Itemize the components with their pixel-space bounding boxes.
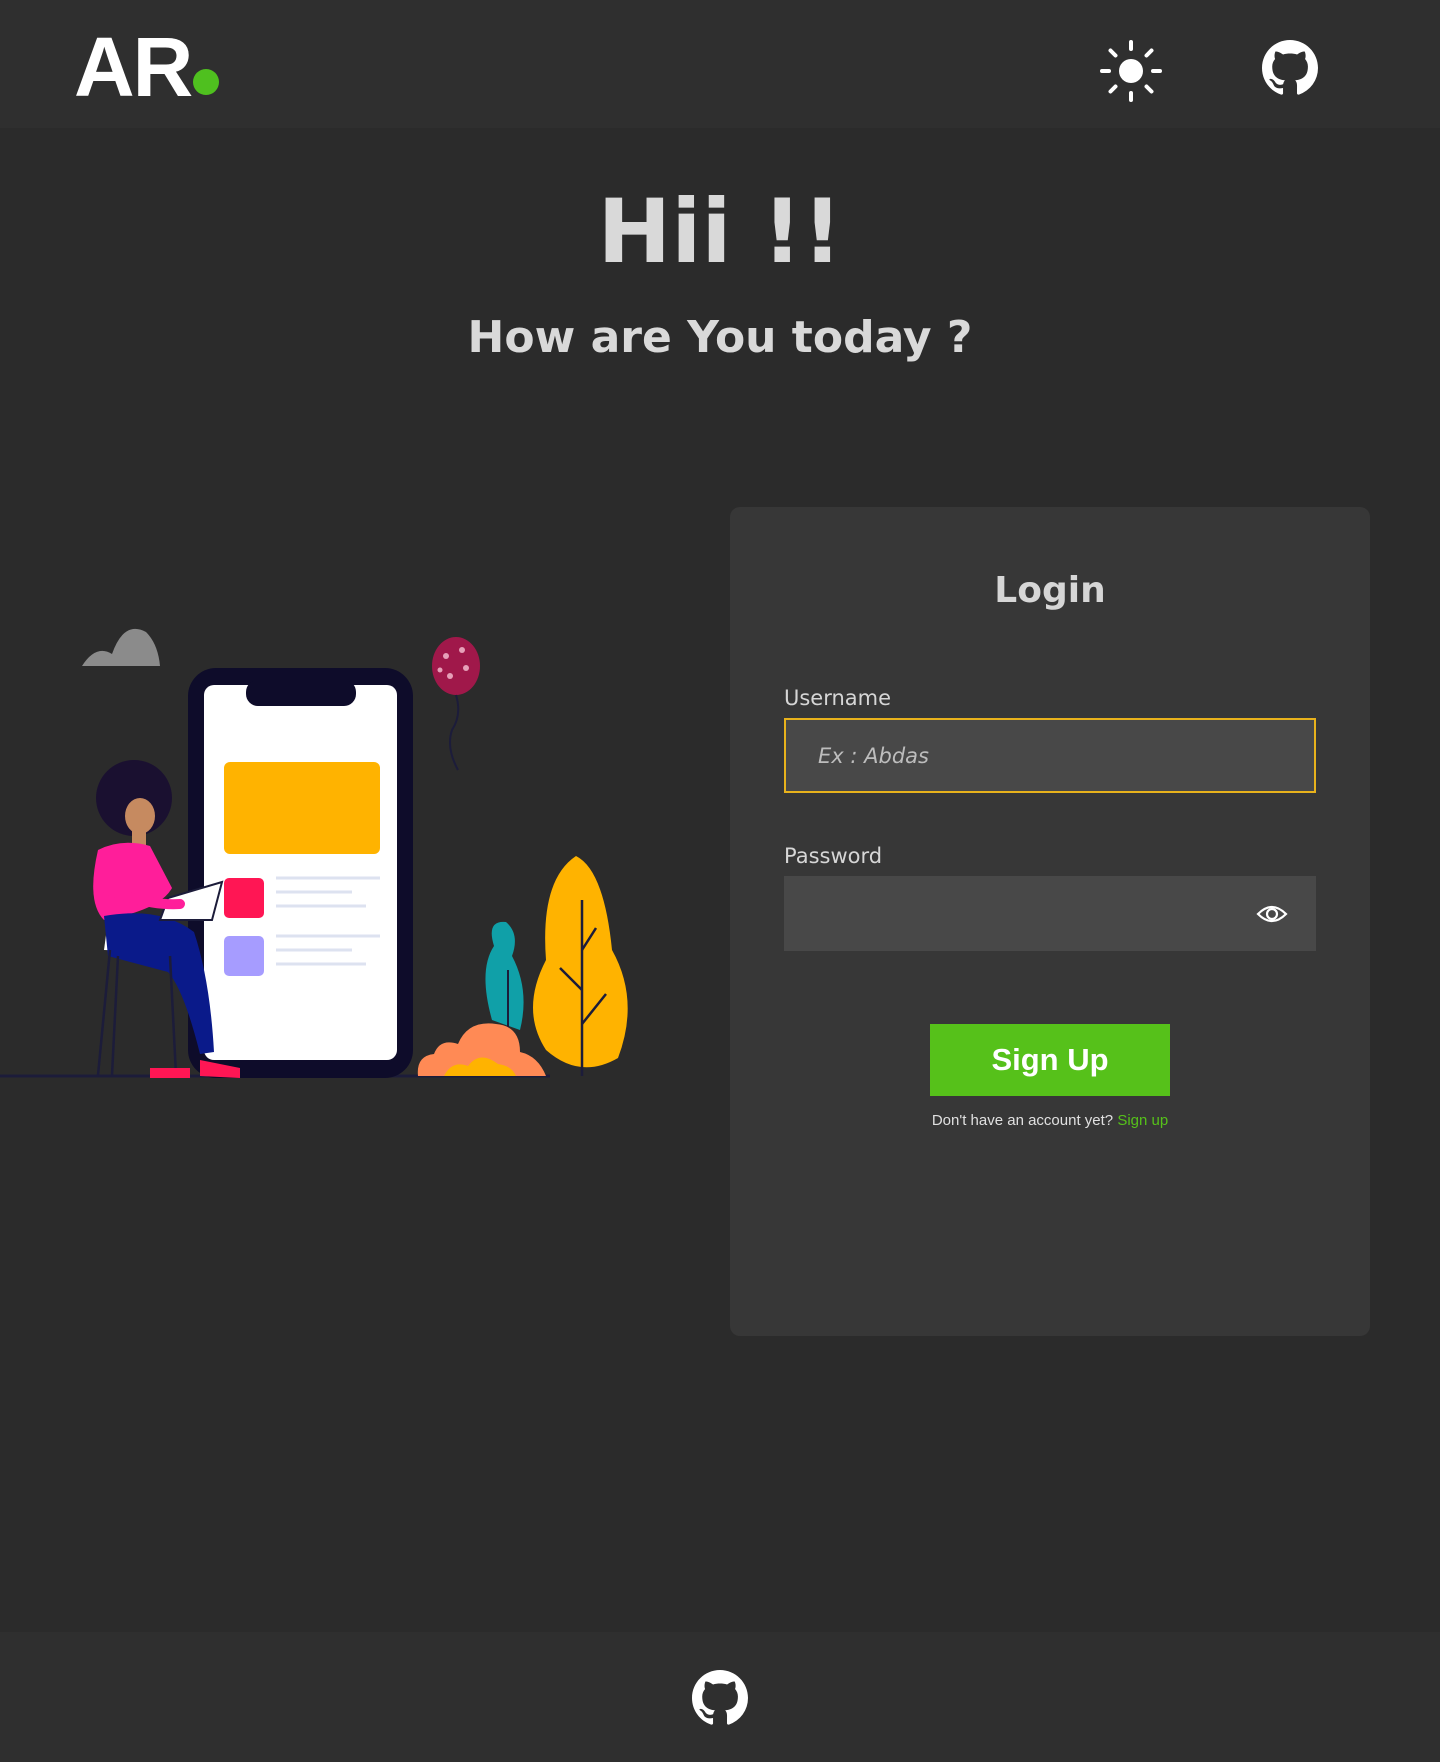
logo[interactable]: AR <box>74 20 220 114</box>
account-prompt-text: Don't have an account yet? <box>931 1112 1114 1129</box>
account-prompt: Don't have an account yet? Sign up <box>730 1112 1370 1129</box>
eye-icon[interactable] <box>1256 901 1288 927</box>
github-icon[interactable] <box>692 1670 748 1726</box>
sign-up-button[interactable]: Sign Up <box>930 1024 1170 1096</box>
logo-text: AR <box>74 20 193 114</box>
password-label: Password <box>784 844 883 868</box>
sun-icon[interactable] <box>1100 40 1162 102</box>
logo-dot <box>193 69 220 95</box>
username-label: Username <box>784 686 892 710</box>
login-illustration <box>0 628 628 1078</box>
sign-up-link[interactable]: Sign up <box>1117 1112 1168 1129</box>
username-input[interactable] <box>784 718 1316 793</box>
greeting-subtitle: How are You today ? <box>467 312 973 363</box>
greeting-title: Hii !! <box>597 180 843 283</box>
password-input[interactable] <box>784 876 1316 951</box>
login-title: Login <box>994 570 1106 611</box>
github-icon[interactable] <box>1262 40 1318 96</box>
